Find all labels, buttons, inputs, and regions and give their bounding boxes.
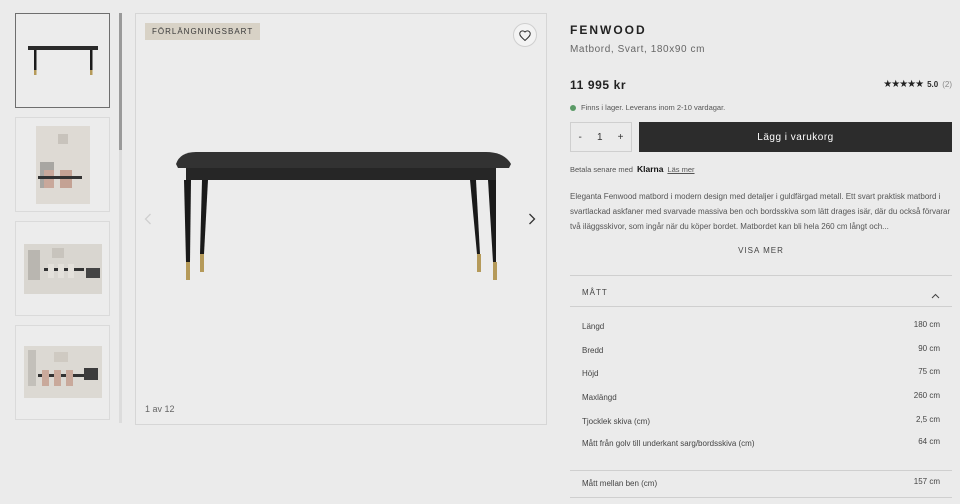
thumbnail-3[interactable] <box>15 221 110 316</box>
divider <box>570 470 952 471</box>
product-subtitle: Matbord, Svart, 180x90 cm <box>570 44 706 55</box>
dimension-row: Mått mellan ben (cm) 157 cm <box>582 477 940 491</box>
room-thumbnail-image <box>24 346 102 398</box>
dimension-row: Höjd 75 cm <box>582 367 940 381</box>
in-stock-dot-icon <box>570 104 576 111</box>
stock-text: Finns i lager. Leverans inom 2-10 vardag… <box>581 103 726 112</box>
image-counter: 1 av 12 <box>145 404 175 414</box>
thumbnail-2[interactable] <box>15 117 110 212</box>
klarna-text: Betala senare med <box>570 164 633 174</box>
main-product-image: FÖRLÄNGNINGSBART 1 av 12 <box>135 13 547 425</box>
chevron-up-icon <box>931 293 940 299</box>
product-title: FENWOOD <box>570 23 647 37</box>
dimension-row: Längd 180 cm <box>582 320 940 334</box>
quantity-decrease-button[interactable]: - <box>579 132 582 143</box>
star-rating-icon: ★★★★★ <box>883 79 924 90</box>
stock-status: Finns i lager. Leverans inom 2-10 vardag… <box>570 103 725 112</box>
product-rating[interactable]: ★★★★★ 5.0 (2) <box>883 79 952 90</box>
scrollbar-thumb[interactable] <box>119 13 122 150</box>
show-more-button[interactable]: VISA MER <box>570 246 952 255</box>
quantity-increase-button[interactable]: + <box>618 132 624 143</box>
klarna-info: Betala senare med Klarna Läs mer <box>570 164 695 174</box>
dimension-row: Tjocklek skiva (cm) 2,5 cm <box>582 415 940 429</box>
dining-table-image <box>176 152 511 280</box>
dimension-label: Maxlängd <box>582 393 617 402</box>
dimension-value: 157 cm <box>913 477 940 486</box>
quantity-stepper: - 1 + <box>570 122 632 152</box>
dimensions-heading[interactable]: MÅTT <box>582 288 608 297</box>
previous-image-button[interactable] <box>140 211 156 227</box>
dimension-value: 64 cm <box>918 437 940 446</box>
dimension-value: 180 cm <box>913 320 940 329</box>
dimension-row: Mått från golv till underkant sarg/bords… <box>582 437 940 451</box>
dimension-value: 90 cm <box>918 344 940 353</box>
thumbnail-list <box>15 13 111 423</box>
table-thumbnail-image <box>28 46 98 75</box>
rating-score: 5.0 <box>927 80 939 89</box>
dimension-label: Bredd <box>582 346 604 355</box>
dimension-value: 260 cm <box>913 391 940 400</box>
chevron-left-icon <box>144 213 151 225</box>
next-image-button[interactable] <box>524 211 540 227</box>
klarna-read-more-link[interactable]: Läs mer <box>667 165 694 174</box>
dimension-label: Mått från golv till underkant sarg/bords… <box>582 439 755 448</box>
product-description: Eleganta Fenwood matbord i modern design… <box>570 192 951 231</box>
dimension-label: Tjocklek skiva (cm) <box>582 417 651 426</box>
divider <box>570 275 952 276</box>
dimension-label: Mått mellan ben (cm) <box>582 479 658 488</box>
dimension-value: 2,5 cm <box>915 415 940 424</box>
dimension-label: Längd <box>582 322 605 331</box>
dimension-row: Bredd 90 cm <box>582 344 940 358</box>
dimension-label: Höjd <box>582 369 599 378</box>
quantity-value[interactable]: 1 <box>597 132 603 143</box>
extendable-badge: FÖRLÄNGNINGSBART <box>145 23 261 40</box>
thumbnail-scrollbar[interactable] <box>119 13 122 423</box>
heart-icon <box>519 29 531 41</box>
thumbnail-1[interactable] <box>15 13 110 108</box>
review-count: (2) <box>942 80 952 89</box>
product-price: 11 995 kr <box>570 78 627 92</box>
favorite-button[interactable] <box>513 23 537 47</box>
room-thumbnail-image <box>36 126 90 204</box>
divider <box>570 497 952 498</box>
thumbnail-4[interactable] <box>15 325 110 420</box>
dimension-row: Maxlängd 260 cm <box>582 391 940 405</box>
dimension-value: 75 cm <box>918 367 940 376</box>
add-to-cart-button[interactable]: Lägg i varukorg <box>639 122 952 152</box>
divider <box>570 306 952 307</box>
chevron-right-icon <box>529 213 536 225</box>
room-thumbnail-image <box>24 244 102 294</box>
klarna-logo: Klarna <box>636 164 664 174</box>
dimensions-toggle[interactable] <box>931 286 940 304</box>
